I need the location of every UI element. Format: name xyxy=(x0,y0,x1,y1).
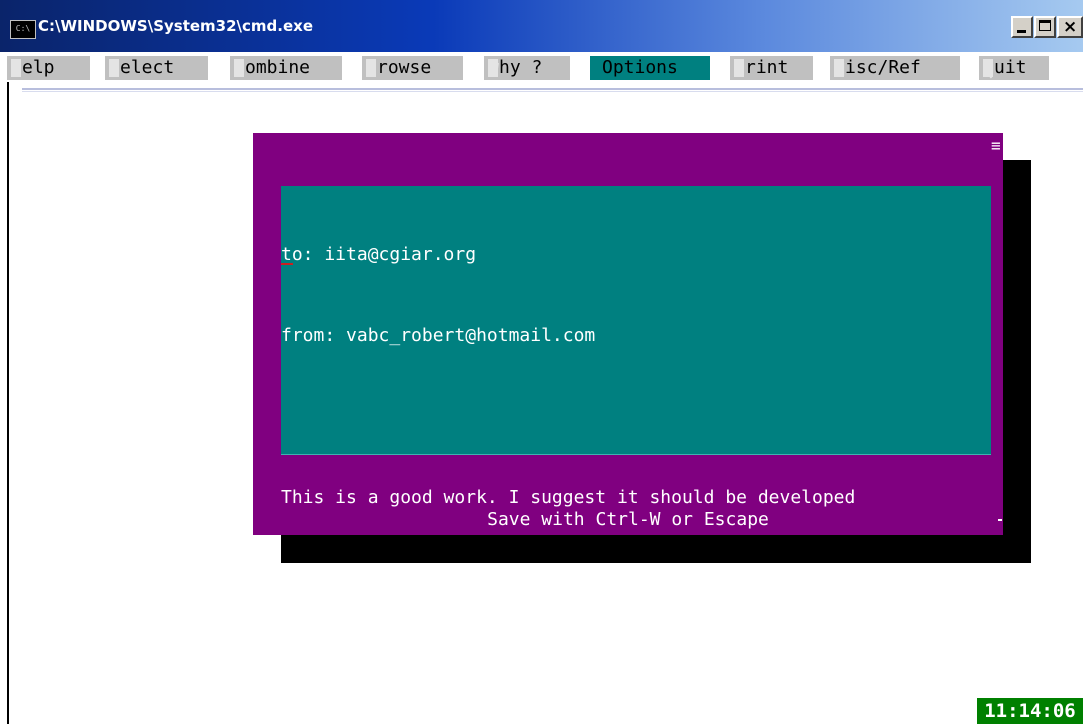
message-body-line: This is a good work. I suggest it should… xyxy=(281,487,856,508)
menu-hotkey: W xyxy=(488,59,499,80)
menu-bar: Help Select Combine Browse Why ? Options… xyxy=(0,52,1083,82)
menu-help[interactable]: Help xyxy=(7,56,90,80)
menu-label: elect xyxy=(120,57,175,78)
menu-misc-ref[interactable]: Misc/Ref xyxy=(830,56,960,80)
menu-combine[interactable]: Combine xyxy=(230,56,342,80)
menu-hotkey: P xyxy=(734,59,745,80)
menu-label: uit xyxy=(994,57,1027,78)
menu-label: isc/Ref xyxy=(845,57,921,78)
menu-why[interactable]: Why ? xyxy=(484,56,570,80)
clock: 11:14:06 xyxy=(977,698,1083,724)
menu-browse[interactable]: Browse xyxy=(362,56,463,80)
text-cursor xyxy=(281,263,293,265)
close-button[interactable]: × xyxy=(1057,16,1083,38)
menu-label: elp xyxy=(22,57,55,78)
maximize-button[interactable] xyxy=(1034,16,1056,38)
title-bar[interactable]: C:\ C:\WINDOWS\System32\cmd.exe × xyxy=(0,0,1083,52)
menu-hotkey: H xyxy=(11,59,22,80)
menu-quit[interactable]: Quit xyxy=(979,56,1049,80)
menu-label: Options xyxy=(602,57,678,78)
message-editor[interactable]: to: iita@cgiar.org from: vabc_robert@hot… xyxy=(281,186,991,589)
window-title: C:\WINDOWS\System32\cmd.exe xyxy=(38,17,314,35)
cmd-app-icon[interactable]: C:\ xyxy=(10,20,36,39)
menu-label: hy ? xyxy=(499,57,543,78)
close-icon: × xyxy=(1063,17,1078,37)
message-dialog: ≡ to: iita@cgiar.org from: vabc_robert@h… xyxy=(253,133,1003,589)
menu-hotkey: M xyxy=(834,59,845,80)
menu-divider xyxy=(22,91,1083,92)
minimize-icon xyxy=(1017,30,1026,33)
menu-hotkey: S xyxy=(109,59,120,80)
menu-options[interactable]: Options xyxy=(590,56,710,80)
console-left-edge xyxy=(7,82,9,724)
menu-hotkey: B xyxy=(366,59,377,80)
menu-print[interactable]: Print xyxy=(730,56,813,80)
minimize-button[interactable] xyxy=(1011,16,1033,38)
scroll-marker xyxy=(998,519,1002,521)
save-hint: Save with Ctrl-W or Escape xyxy=(487,509,769,530)
message-from-line: from: vabc_robert@hotmail.com xyxy=(281,325,596,346)
message-body-line: for greater audience on the internet. xyxy=(281,568,682,589)
menu-divider xyxy=(22,88,1083,90)
menu-label: rint xyxy=(745,57,789,78)
menu-hotkey: C xyxy=(234,59,245,80)
menu-label: rowse xyxy=(377,57,432,78)
menu-lines-icon[interactable]: ≡ xyxy=(991,138,1001,154)
menu-hotkey: Q xyxy=(983,59,994,80)
maximize-icon xyxy=(1039,20,1051,31)
menu-label: ombine xyxy=(245,57,311,78)
message-to-line: to: iita@cgiar.org xyxy=(281,244,477,265)
menu-select[interactable]: Select xyxy=(105,56,208,80)
